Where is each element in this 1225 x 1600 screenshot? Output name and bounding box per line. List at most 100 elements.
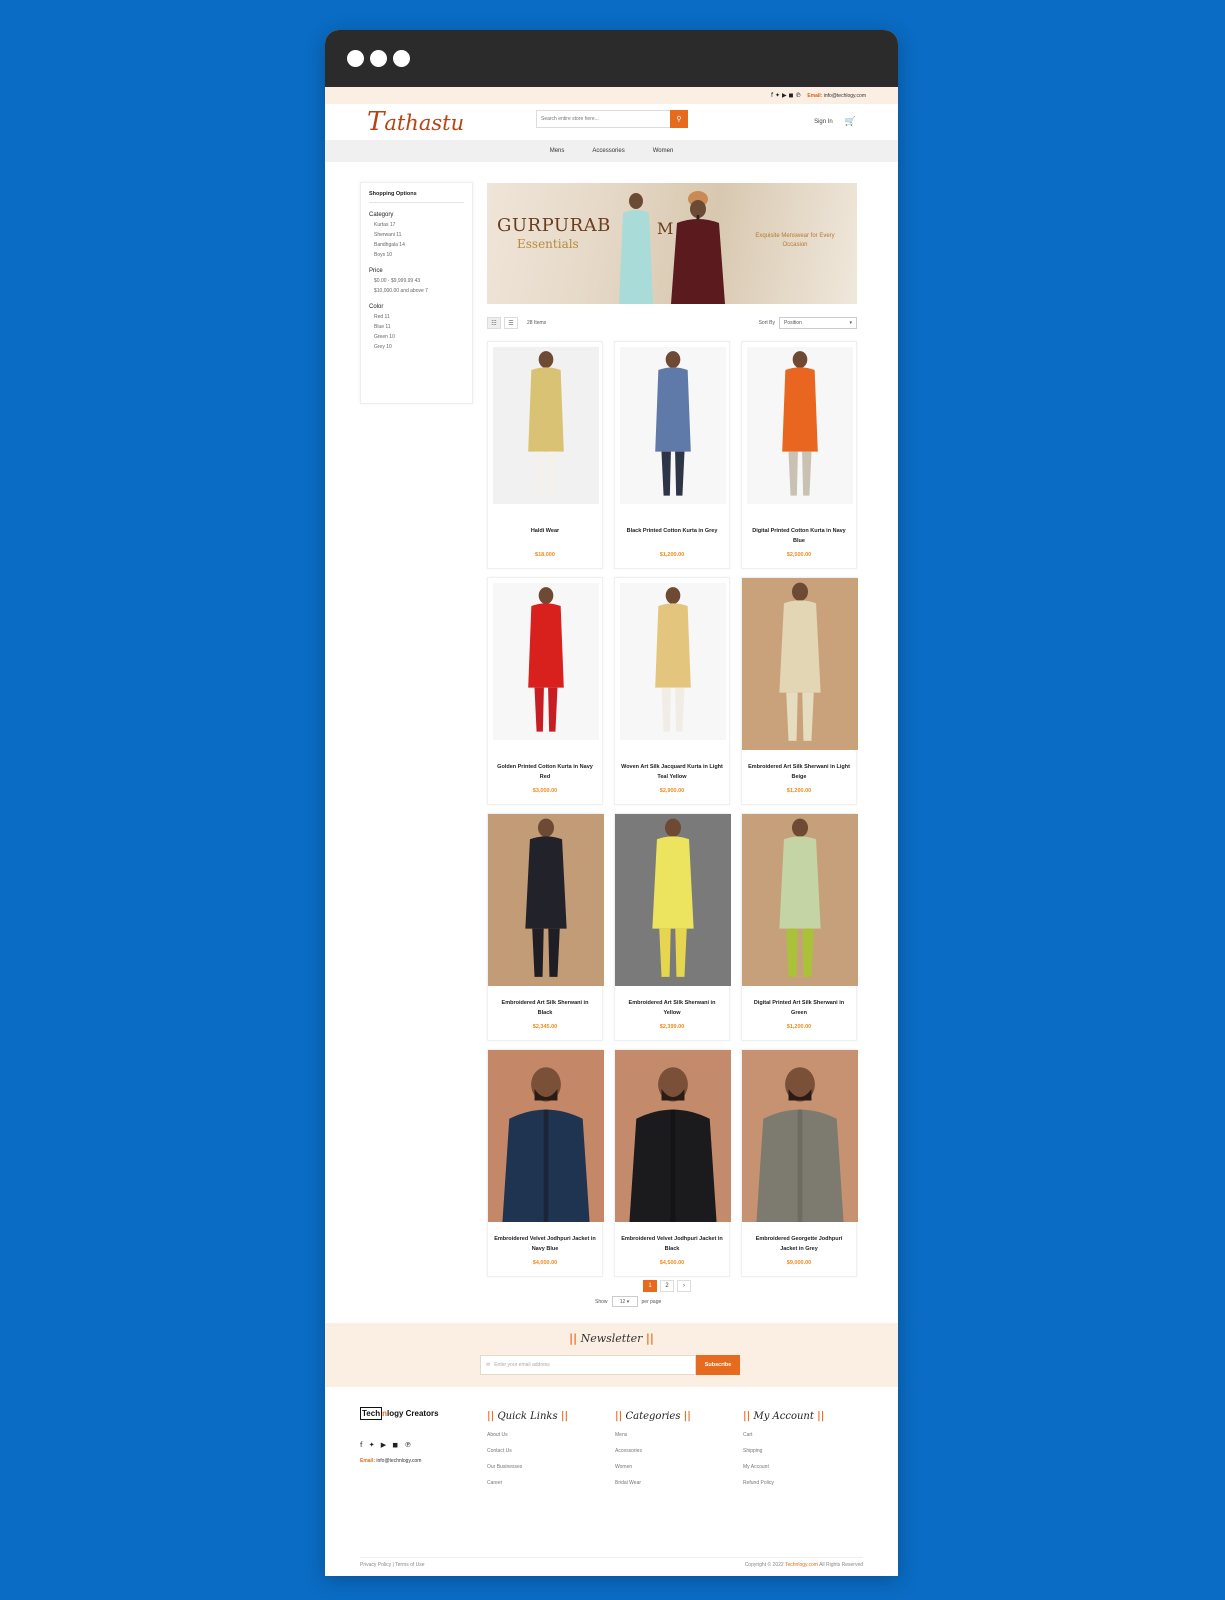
footer-link[interactable]: Shipping	[743, 1448, 853, 1454]
nav-item-mens[interactable]: Mens	[550, 148, 565, 154]
top-email[interactable]: Email: info@techlogy.com	[807, 93, 866, 99]
social-icons[interactable]: f ✦ ▶ ◼ ℗	[771, 92, 801, 99]
footer-link[interactable]: Contact Us	[487, 1448, 597, 1454]
product-image[interactable]	[747, 347, 853, 504]
filter-option[interactable]: Bandhgala 14	[374, 242, 464, 248]
legal-links[interactable]: Privacy Policy | Terms of Use	[360, 1562, 425, 1568]
grid-view-button[interactable]: ☷	[487, 317, 501, 329]
product-image[interactable]	[742, 814, 858, 986]
footer-link[interactable]: Bridal Wear	[615, 1480, 725, 1486]
footer-brand-logo[interactable]: Tech nlogy Creators	[360, 1407, 439, 1420]
footer-link[interactable]: Mens	[615, 1432, 725, 1438]
filter-heading: Color	[369, 304, 384, 310]
product-image[interactable]	[615, 1050, 731, 1222]
filter-option[interactable]: $0.00 - $9,999.99 43	[374, 278, 464, 284]
site-logo[interactable]: Tathastu	[367, 107, 464, 137]
nav-item-women[interactable]: Women	[653, 148, 674, 154]
footer-link[interactable]: My Account	[743, 1464, 853, 1470]
product-name[interactable]: Embroidered Art Silk Sherwani in Black	[494, 998, 596, 1018]
sort-label: Sort By	[758, 320, 775, 326]
footer-col-quick-links: || Quick Links || About Us Contact Us Ou…	[487, 1411, 597, 1496]
product-card[interactable]: Black Printed Cotton Kurta in Grey $1,200…	[614, 341, 730, 569]
product-name[interactable]: Embroidered Velvet Jodhpuri Jacket in Bl…	[621, 1234, 723, 1254]
sort-select[interactable]: Position ▾	[779, 317, 857, 329]
footer-link[interactable]: Career	[487, 1480, 597, 1486]
footer-link[interactable]: About Us	[487, 1432, 597, 1438]
subscribe-button[interactable]: Subscribe	[696, 1355, 740, 1375]
product-name[interactable]: Embroidered Georgette Jodhpuri Jacket in…	[748, 1234, 850, 1254]
site-header: Tathastu ⚲ Sign In 🛒	[325, 104, 898, 140]
window-maximize-dot[interactable]	[393, 50, 410, 67]
product-card[interactable]: Embroidered Art Silk Sherwani in Yellow $…	[614, 813, 731, 1041]
filter-option[interactable]: Grey 10	[374, 344, 464, 350]
product-card[interactable]: Embroidered Georgette Jodhpuri Jacket in…	[741, 1049, 858, 1277]
product-model-figure	[528, 351, 564, 496]
product-image[interactable]	[742, 1050, 858, 1222]
product-card[interactable]: Golden Printed Cotton Kurta in Navy Red $…	[487, 577, 603, 805]
filter-option[interactable]: Kurtas 17	[374, 222, 464, 228]
product-name[interactable]: Woven Art Silk Jacquard Kurta in Light T…	[621, 762, 723, 782]
filter-option[interactable]: Sherwani 11	[374, 232, 464, 238]
product-image[interactable]	[488, 814, 604, 986]
footer-link[interactable]: Accessories	[615, 1448, 725, 1454]
product-card[interactable]: Embroidered Art Silk Sherwani in Black $2…	[487, 813, 604, 1041]
footer-link[interactable]: Refund Policy	[743, 1480, 853, 1486]
list-view-button[interactable]: ☰	[504, 317, 518, 329]
product-name[interactable]: Embroidered Art Silk Sherwani in Light B…	[748, 762, 850, 782]
footer-email[interactable]: Email: info@technlogy.com	[360, 1458, 421, 1464]
product-card[interactable]: Haldi Wear $18,000	[487, 341, 603, 569]
product-image[interactable]	[615, 814, 731, 986]
listing-toolbar: ☷ ☰ 28 Items Sort By Position ▾	[487, 316, 857, 330]
per-page-control: Show 12 ▾ per page	[595, 1296, 661, 1307]
nav-item-accessories[interactable]: Accessories	[592, 148, 624, 154]
search-button[interactable]: ⚲	[670, 110, 688, 128]
product-name[interactable]: Embroidered Velvet Jodhpuri Jacket in Na…	[494, 1234, 596, 1254]
product-name[interactable]: Digital Printed Cotton Kurta in Navy Blu…	[748, 526, 850, 546]
product-image[interactable]	[742, 578, 858, 750]
product-card[interactable]: Digital Printed Art Silk Sherwani in Gre…	[741, 813, 858, 1041]
product-card[interactable]: Embroidered Art Silk Sherwani in Light B…	[741, 577, 858, 805]
product-card[interactable]: Embroidered Velvet Jodhpuri Jacket in Na…	[487, 1049, 604, 1277]
product-image[interactable]	[488, 1050, 604, 1222]
product-card[interactable]: Digital Printed Cotton Kurta in Navy Blu…	[741, 341, 857, 569]
filter-option[interactable]: Boys 10	[374, 252, 464, 258]
per-page-select[interactable]: 12 ▾	[611, 1296, 638, 1307]
product-image[interactable]	[620, 583, 726, 740]
footer-social-icons[interactable]: f ✦ ▶ ◼ ℗	[360, 1441, 413, 1449]
filter-option[interactable]: Blue 11	[374, 324, 464, 330]
window-close-dot[interactable]	[347, 50, 364, 67]
sign-in-link[interactable]: Sign In	[814, 119, 833, 125]
filter-option[interactable]: Red 11	[374, 314, 464, 320]
chevron-down-icon: ▾	[626, 1298, 630, 1305]
filter-option[interactable]: Green 10	[374, 334, 464, 340]
product-image[interactable]	[493, 583, 599, 740]
banner-title: GURPURAB	[497, 215, 611, 236]
filter-option[interactable]: $10,000.00 and above 7	[374, 288, 464, 294]
cart-icon[interactable]: 🛒	[845, 116, 856, 127]
footer-link[interactable]: Women	[615, 1464, 725, 1470]
search-box: ⚲	[536, 110, 688, 128]
filter-heading: Category	[369, 212, 394, 218]
window-minimize-dot[interactable]	[370, 50, 387, 67]
product-name[interactable]: Haldi Wear	[494, 526, 596, 536]
product-name[interactable]: Embroidered Art Silk Sherwani in Yellow	[621, 998, 723, 1018]
shopping-options-sidebar: Shopping Options Category Kurtas 17 Sher…	[360, 182, 473, 404]
footer-link[interactable]: Cart	[743, 1432, 853, 1438]
promo-banner[interactable]: GURPURAB Essentials M Exquisite Menswear…	[487, 183, 857, 304]
product-card[interactable]: Embroidered Velvet Jodhpuri Jacket in Bl…	[614, 1049, 731, 1277]
newsletter-email-input[interactable]: ✉ Enter your email address	[480, 1355, 696, 1375]
product-name[interactable]: Golden Printed Cotton Kurta in Navy Red	[494, 762, 596, 782]
next-page-button[interactable]: ›	[677, 1280, 691, 1292]
page-2-button[interactable]: 2	[660, 1280, 674, 1292]
product-image[interactable]	[493, 347, 599, 504]
banner-model-image	[671, 191, 725, 304]
product-image[interactable]	[620, 347, 726, 504]
product-model-figure	[756, 1067, 844, 1222]
top-strip: f ✦ ▶ ◼ ℗ Email: info@techlogy.com	[325, 87, 898, 104]
search-input[interactable]	[537, 111, 670, 127]
product-card[interactable]: Woven Art Silk Jacquard Kurta in Light T…	[614, 577, 730, 805]
page-1-button[interactable]: 1	[643, 1280, 657, 1292]
product-name[interactable]: Black Printed Cotton Kurta in Grey	[621, 526, 723, 536]
product-name[interactable]: Digital Printed Art Silk Sherwani in Gre…	[748, 998, 850, 1018]
footer-link[interactable]: Our Businesses	[487, 1464, 597, 1470]
